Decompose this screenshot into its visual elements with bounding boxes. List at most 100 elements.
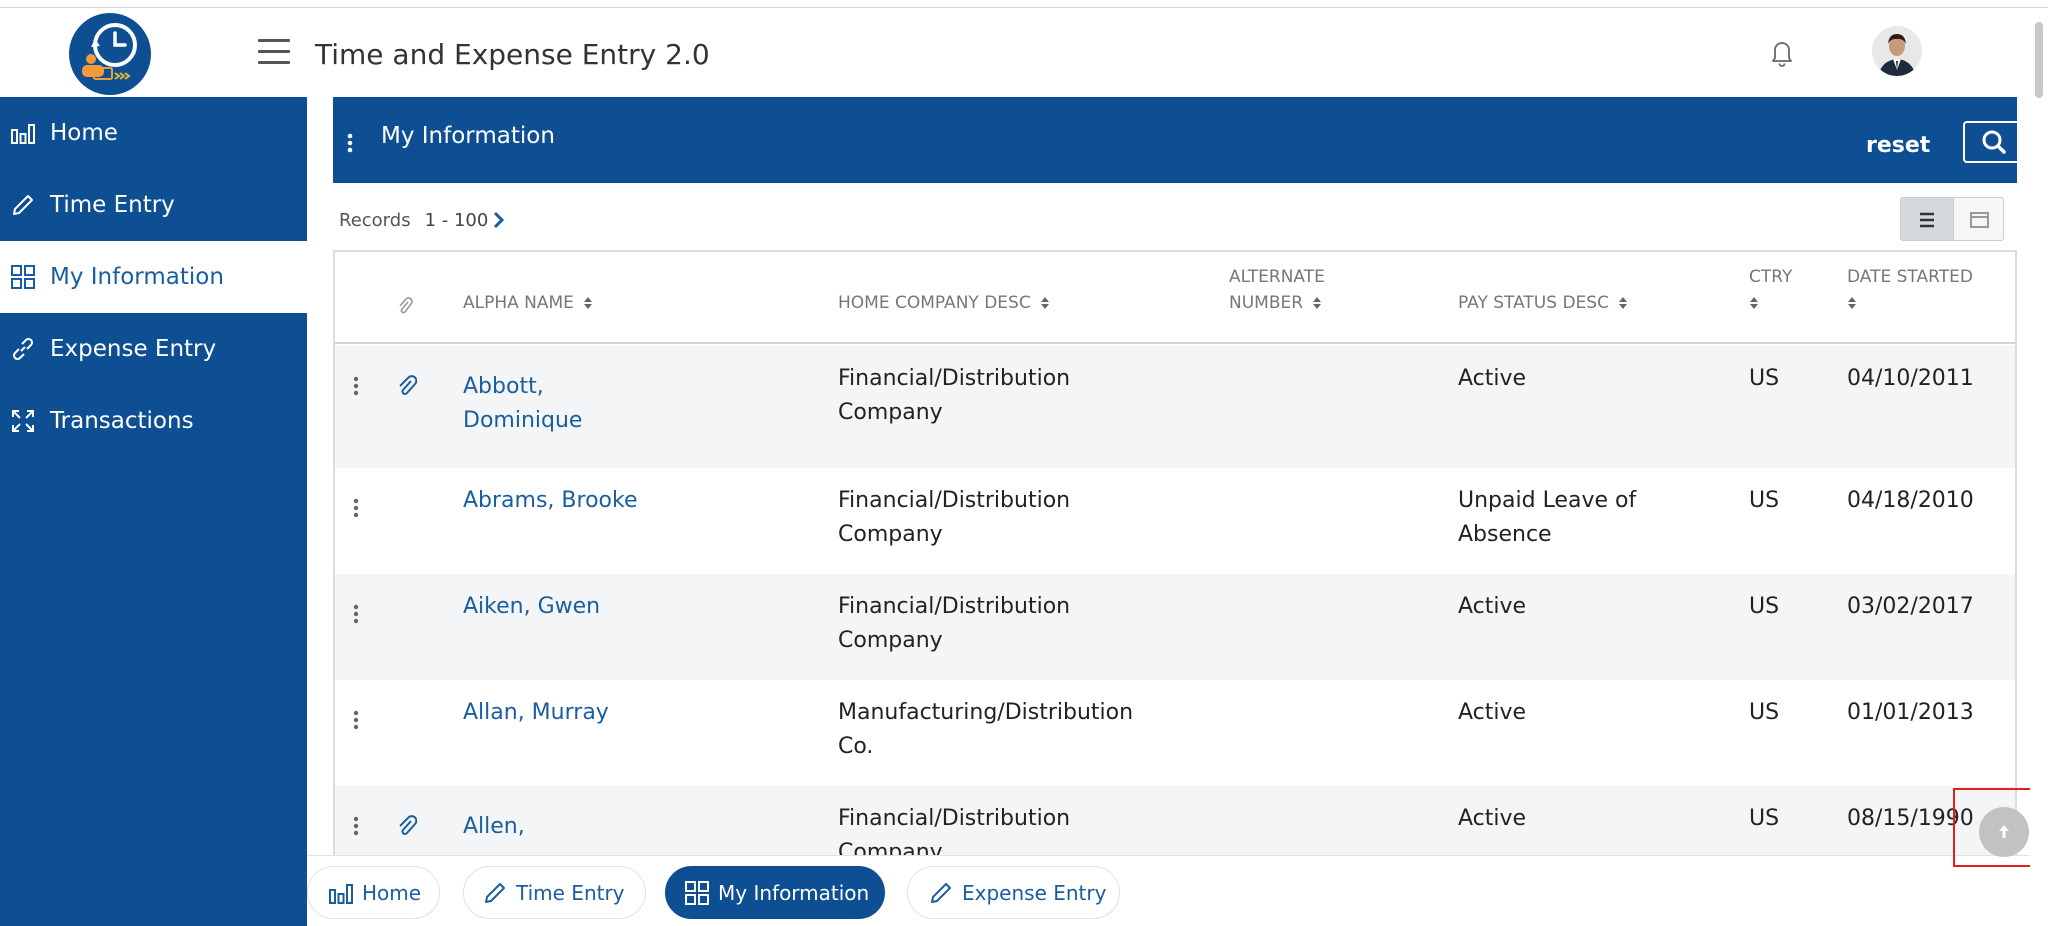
table-row[interactable]: Abrams, Brooke Financial/Distribution Com… [335, 468, 2015, 574]
ctry-cell: US [1749, 488, 1780, 513]
search-icon [1982, 130, 2006, 154]
company-line: Company [838, 628, 943, 653]
expand-icon [12, 410, 34, 432]
hamburger-line [258, 50, 290, 53]
column-header-home-company-desc[interactable]: HOME COMPANY DESC [838, 290, 1050, 316]
sidebar-item-label: Time Entry [50, 192, 175, 218]
table-row[interactable]: Aiken, Gwen Financial/Distribution Compan… [335, 574, 2015, 680]
view-toggle [1900, 197, 2004, 241]
scrollbar-thumb[interactable] [2035, 22, 2043, 98]
bottom-nav-expense-entry[interactable]: Expense Entry [907, 866, 1120, 919]
browser-top-edge [0, 0, 2048, 8]
company-line: Financial/Distribution [838, 488, 1071, 513]
pay-status-cell: Active [1458, 594, 1527, 619]
home-company-cell: Financial/Distribution Company [838, 802, 1070, 855]
company-line: Company [838, 522, 943, 547]
company-line: Company [838, 400, 943, 425]
sidebar-item-my-information[interactable]: My Information [0, 241, 307, 313]
pay-status-cell: Active [1458, 806, 1527, 831]
card-icon [1970, 212, 1989, 228]
pay-status-cell: Unpaid Leave of Absence [1458, 484, 1636, 552]
list-view-button[interactable] [1901, 198, 1953, 240]
column-header-date-started[interactable]: DATE STARTED [1847, 264, 1973, 316]
app-header: Time and Expense Entry 2.0 [0, 8, 2030, 97]
bar-chart-icon [329, 883, 353, 904]
column-label: PAY STATUS DESC [1458, 293, 1609, 313]
sort-icon [1313, 297, 1322, 309]
company-line: Financial/Distribution [838, 806, 1071, 831]
date-started-cell: 04/10/2011 [1847, 366, 1974, 391]
reset-button[interactable]: reset [1866, 133, 1930, 158]
records-range: 1 - 100 [424, 210, 489, 231]
bottom-nav-label: Expense Entry [962, 880, 1107, 905]
pencil-icon [931, 882, 951, 903]
status-line: Unpaid Leave of [1458, 488, 1637, 513]
sort-icon [1848, 297, 1856, 309]
app-logo[interactable] [69, 13, 151, 95]
sidebar-item-label: My Information [50, 264, 224, 290]
column-label: CTRY [1749, 267, 1793, 287]
ctry-cell: US [1749, 594, 1780, 619]
bottom-nav-home[interactable]: Home [307, 866, 440, 919]
pay-status-cell: Active [1458, 700, 1527, 725]
status-line: Absence [1458, 522, 1552, 547]
column-header-pay-status-desc[interactable]: PAY STATUS DESC [1458, 290, 1628, 316]
search-button[interactable] [1963, 121, 2025, 163]
row-menu-icon[interactable] [353, 376, 359, 396]
row-menu-icon[interactable] [353, 498, 359, 518]
home-company-cell: Financial/Distribution Company [838, 590, 1070, 658]
sort-icon [1041, 297, 1050, 309]
attachment-icon[interactable] [397, 814, 417, 838]
home-company-cell: Financial/Distribution Company [838, 362, 1070, 430]
sort-icon [584, 297, 593, 309]
company-line: Manufacturing/Distribution [838, 700, 1134, 725]
panel-header: My Information reset [333, 97, 2025, 183]
sidebar-item-home[interactable]: Home [0, 97, 307, 169]
sidebar-item-time-entry[interactable]: Time Entry [0, 169, 307, 241]
card-view-button[interactable] [1953, 198, 2003, 240]
alpha-name-link[interactable]: Abbott, Dominique [463, 370, 582, 438]
date-started-cell: 03/02/2017 [1847, 594, 1974, 619]
page-scrollbar[interactable] [2030, 8, 2048, 926]
alpha-name-link[interactable]: Allen, [463, 810, 525, 844]
attachment-header-icon [399, 297, 413, 314]
bottom-nav-time-entry[interactable]: Time Entry [463, 866, 646, 919]
hamburger-line [258, 39, 290, 42]
home-company-cell: Manufacturing/Distribution Co. [838, 696, 1133, 764]
sidebar-item-transactions[interactable]: Transactions [0, 385, 307, 457]
table-row[interactable]: Allan, Murray Manufacturing/Distribution… [335, 680, 2015, 786]
ctry-cell: US [1749, 806, 1780, 831]
home-company-cell: Financial/Distribution Company [838, 484, 1070, 552]
sidebar-item-expense-entry[interactable]: Expense Entry [0, 313, 307, 385]
pay-status-cell: Active [1458, 366, 1527, 391]
grid-icon [685, 880, 709, 905]
table-row[interactable]: Allen, Financial/Distribution Company Act… [335, 786, 2015, 855]
row-menu-icon[interactable] [353, 816, 359, 836]
user-avatar[interactable] [1872, 26, 1922, 76]
company-line: Co. [838, 734, 874, 759]
column-header-alternate-number[interactable]: ALTERNATE NUMBER [1229, 264, 1325, 316]
column-label: NUMBER [1229, 293, 1304, 313]
pencil-icon [485, 882, 505, 903]
panel-menu-icon[interactable] [347, 133, 353, 153]
name-line: Abbott, [463, 374, 544, 399]
alpha-name-link[interactable]: Allan, Murray [463, 696, 609, 730]
bottom-nav-my-information[interactable]: My Information [665, 866, 885, 919]
attachment-icon[interactable] [397, 374, 417, 398]
company-line: Company [838, 840, 943, 855]
sidebar: Home Time Entry My Information Expense E… [0, 97, 307, 926]
column-header-ctry[interactable]: CTRY [1749, 264, 1792, 316]
alpha-name-link[interactable]: Aiken, Gwen [463, 590, 600, 624]
bell-icon[interactable] [1768, 38, 1796, 68]
next-page-icon[interactable] [489, 208, 509, 232]
menu-toggle-button[interactable] [258, 39, 290, 65]
panel-title: My Information [381, 123, 555, 149]
row-menu-icon[interactable] [353, 710, 359, 730]
table-row[interactable]: Abbott, Dominique Financial/Distribution C… [335, 346, 2015, 468]
column-header-alpha-name[interactable]: ALPHA NAME [463, 290, 593, 316]
alpha-name-link[interactable]: Abrams, Brooke [463, 484, 638, 518]
scroll-to-top-button[interactable] [1979, 807, 2029, 857]
row-menu-icon[interactable] [353, 604, 359, 624]
main-content: My Information reset Records 1 - 100 ALP… [307, 97, 2030, 855]
bottom-nav-label: My Information [718, 880, 870, 905]
